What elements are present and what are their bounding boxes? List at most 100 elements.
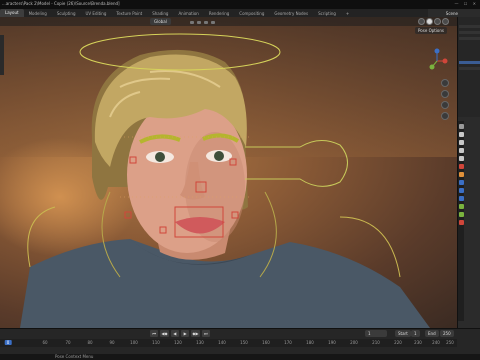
tab-uv-editing[interactable]: UV Editing — [81, 11, 112, 16]
pan-icon[interactable] — [441, 90, 449, 98]
frame-tick: 230 — [414, 340, 422, 345]
pivot-icon — [204, 21, 208, 24]
current-frame-field[interactable]: 1 — [365, 330, 387, 337]
pose-options-dropdown[interactable]: Pose Options — [415, 27, 447, 34]
timeline[interactable]: ⏮ ◀◆ ◀ ▶ ◆▶ ⏭ 1 Start 1 End 250 0 60 70 … — [0, 328, 480, 354]
properties-tabs — [458, 121, 464, 321]
tab-animation[interactable]: Animation — [173, 11, 203, 16]
tool-tab-icon[interactable] — [458, 124, 464, 129]
start-frame-label: Start — [395, 330, 411, 337]
frame-tick: 160 — [262, 340, 270, 345]
3d-viewport[interactable]: Global Pose Options — [0, 17, 457, 328]
shading-modes[interactable] — [418, 18, 449, 25]
outliner-row[interactable] — [459, 31, 480, 34]
frame-tick: 250 — [446, 340, 454, 345]
wireframe-shading-icon[interactable] — [418, 18, 425, 25]
rendered-shading-icon[interactable] — [442, 18, 449, 25]
current-frame-marker[interactable]: 0 — [4, 340, 12, 345]
start-frame-field[interactable]: 1 — [411, 330, 420, 337]
navigation-gizmo[interactable] — [423, 47, 451, 75]
camera-icon[interactable] — [441, 101, 449, 109]
modifier-tab-icon[interactable] — [458, 180, 464, 185]
tab-layout[interactable]: Layout — [0, 9, 24, 17]
window-controls[interactable]: — ☐ ✕ — [455, 1, 478, 6]
timeline-ruler[interactable]: 0 60 70 80 90 100 110 120 130 140 150 16… — [0, 339, 457, 347]
status-bar: Pose Context Menu — [0, 354, 480, 360]
material-tab-icon[interactable] — [458, 220, 464, 225]
proportional-icon — [197, 21, 201, 24]
outliner-row[interactable] — [459, 25, 480, 28]
tab-compositing[interactable]: Compositing — [234, 11, 269, 16]
tab-shading[interactable]: Shading — [147, 11, 173, 16]
zoom-icon[interactable] — [441, 79, 449, 87]
transform-orientation-dropdown[interactable]: Global — [150, 18, 171, 25]
snapping-tools[interactable] — [190, 20, 250, 24]
constraints-tab-icon[interactable] — [458, 204, 464, 209]
frame-tick: 120 — [174, 340, 182, 345]
solid-shading-icon[interactable] — [426, 18, 433, 25]
scene-label: Scene — [445, 11, 458, 16]
tab-geometry-nodes[interactable]: Geometry Nodes — [269, 11, 313, 16]
frame-tick: 140 — [218, 340, 226, 345]
view-layer-tab-icon[interactable] — [458, 148, 464, 153]
tab-texture-paint[interactable]: Texture Paint — [111, 11, 147, 16]
window-title: ...aracters\Pack 2\Model - Copie (26)\So… — [2, 1, 120, 6]
outliner[interactable] — [458, 17, 480, 117]
end-frame-label: End — [425, 330, 439, 337]
frame-tick: 80 — [87, 340, 93, 345]
character-render — [20, 33, 430, 328]
scene-tab-icon[interactable] — [458, 156, 464, 161]
frame-tick: 70 — [65, 340, 71, 345]
workspace-bar: Layout Modeling Sculpting UV Editing Tex… — [0, 9, 480, 17]
tab-scripting[interactable]: Scripting — [313, 11, 341, 16]
properties-editor[interactable] — [457, 17, 480, 328]
title-bar: ...aracters\Pack 2\Model - Copie (26)\So… — [0, 0, 480, 9]
status-context-hint: Pose Context Menu — [55, 354, 94, 359]
tab-rendering[interactable]: Rendering — [204, 11, 234, 16]
play-reverse-icon[interactable]: ◀ — [170, 330, 179, 337]
object-tab-icon[interactable] — [458, 172, 464, 177]
outliner-row-selected[interactable] — [459, 61, 480, 64]
next-key-icon[interactable]: ◆▶ — [191, 330, 200, 337]
output-tab-icon[interactable] — [458, 140, 464, 145]
render-tab-icon[interactable] — [458, 132, 464, 137]
ear-control — [245, 140, 348, 187]
tab-sculpting[interactable]: Sculpting — [52, 11, 81, 16]
perspective-icon[interactable] — [441, 112, 449, 120]
jump-end-icon[interactable]: ⏭ — [201, 330, 210, 337]
snap-icon — [190, 21, 194, 24]
frame-tick: 90 — [109, 340, 115, 345]
frame-tick: 190 — [328, 340, 336, 345]
overlay-icon — [211, 21, 215, 24]
frame-tick: 60 — [42, 340, 48, 345]
material-shading-icon[interactable] — [434, 18, 441, 25]
outliner-row[interactable] — [459, 67, 480, 70]
particles-tab-icon[interactable] — [458, 188, 464, 193]
frame-tick: 200 — [350, 340, 358, 345]
frame-tick: 110 — [152, 340, 160, 345]
frame-tick: 210 — [372, 340, 380, 345]
frame-tick: 170 — [284, 340, 292, 345]
frame-tick: 130 — [196, 340, 204, 345]
left-iris — [155, 152, 165, 162]
prev-key-icon[interactable]: ◀◆ — [160, 330, 169, 337]
timeline-controls: ⏮ ◀◆ ◀ ▶ ◆▶ ⏭ 1 Start 1 End 250 — [0, 329, 480, 338]
frame-tick: 100 — [130, 340, 138, 345]
right-iris — [214, 151, 224, 161]
frame-tick: 150 — [240, 340, 248, 345]
world-tab-icon[interactable] — [458, 164, 464, 169]
playback-controls: ⏮ ◀◆ ◀ ▶ ◆▶ ⏭ — [150, 330, 210, 337]
viewport-header: Global — [0, 17, 457, 26]
jump-start-icon[interactable]: ⏮ — [150, 330, 159, 337]
frame-tick: 220 — [394, 340, 402, 345]
outliner-row[interactable] — [459, 37, 480, 40]
tab-modeling[interactable]: Modeling — [24, 11, 52, 16]
end-frame-field[interactable]: 250 — [440, 330, 454, 337]
frame-tick: 240 — [432, 340, 440, 345]
physics-tab-icon[interactable] — [458, 196, 464, 201]
play-icon[interactable]: ▶ — [180, 330, 190, 337]
tool-shelf[interactable] — [0, 35, 4, 75]
add-workspace-button[interactable]: + — [341, 11, 354, 16]
data-tab-icon[interactable] — [458, 212, 464, 217]
viewport-nav-buttons — [441, 79, 451, 123]
